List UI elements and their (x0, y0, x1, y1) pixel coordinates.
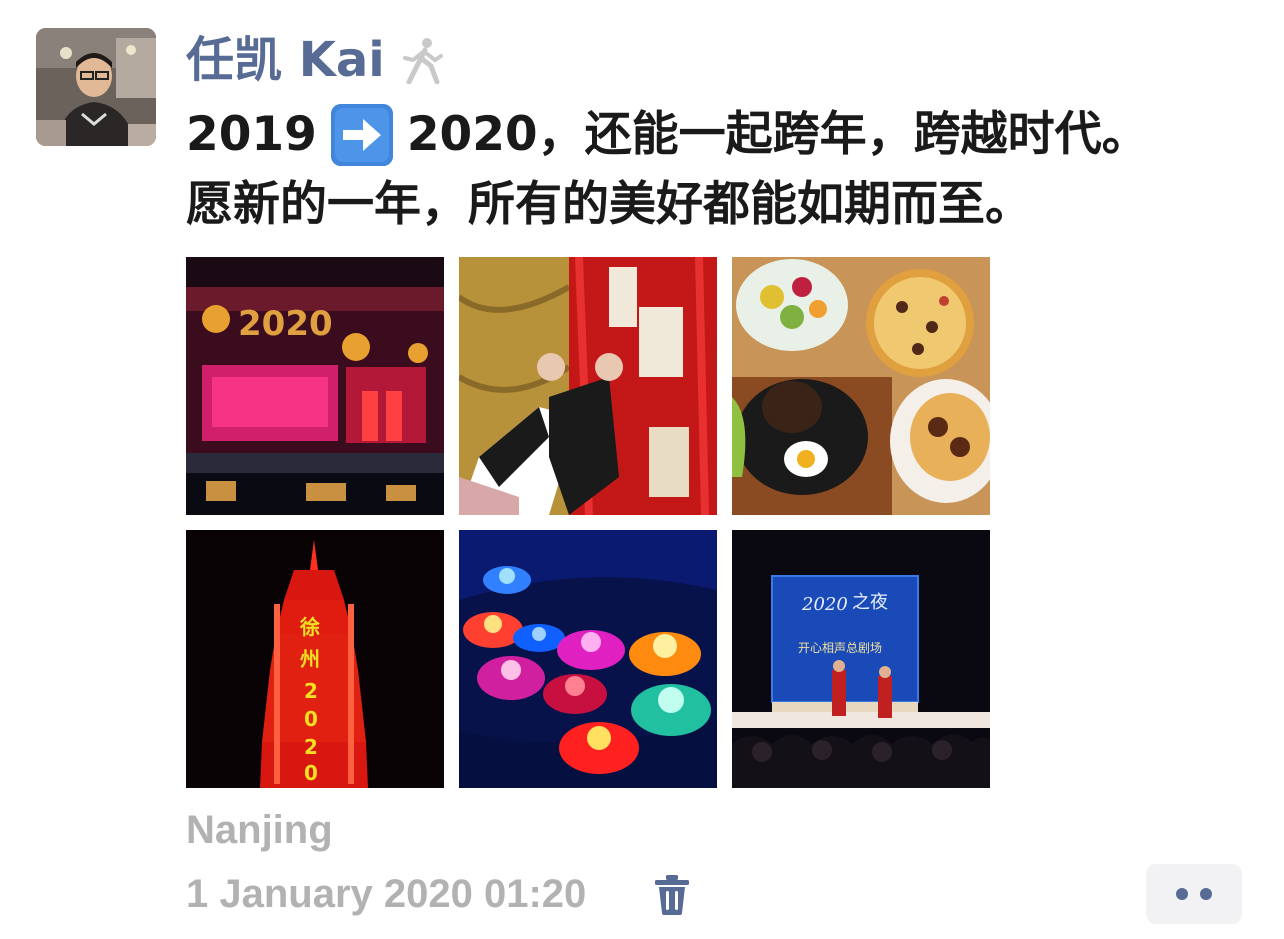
svg-text:2: 2 (304, 679, 318, 703)
photo-5[interactable] (459, 530, 717, 788)
svg-text:之夜: 之夜 (852, 592, 888, 613)
photo-6[interactable]: 2020 之夜 开心相声总剧场 (732, 530, 990, 788)
svg-text:2: 2 (304, 735, 318, 759)
svg-text:0: 0 (304, 761, 318, 785)
svg-text:州: 州 (300, 647, 320, 671)
photo-1[interactable]: 2020 (186, 257, 444, 515)
svg-text:徐: 徐 (299, 615, 320, 639)
author-avatar[interactable] (36, 28, 156, 146)
walking-person-icon (402, 38, 443, 84)
photo-2[interactable] (459, 257, 717, 515)
author-name[interactable]: 任凯 Kai (186, 30, 385, 90)
svg-text:2020: 2020 (238, 304, 333, 344)
post-text-rest: 2020，还能一起跨年，跨越时代。 (406, 107, 1149, 162)
post-text-line-1: 2019 2020，还能一起跨年，跨越时代。 (186, 100, 1246, 170)
post-text-year: 2019 (186, 107, 317, 162)
trash-icon[interactable] (652, 873, 692, 917)
photo-3[interactable] (732, 257, 990, 515)
right-arrow-emoji-icon (330, 104, 393, 166)
svg-text:2020: 2020 (801, 594, 848, 615)
post-text: 2019 2020，还能一起跨年，跨越时代。 愿新的一年，所有的美好都能如期而至… (186, 100, 1246, 240)
photo-4[interactable]: 徐 州 2 0 2 0 (186, 530, 444, 788)
svg-text:开心相声总剧场: 开心相声总剧场 (798, 641, 882, 655)
more-actions-button[interactable] (1146, 864, 1242, 924)
post-text-line-2: 愿新的一年，所有的美好都能如期而至。 (186, 177, 1032, 232)
post-timestamp: 1 January 2020 01:20 (186, 872, 587, 916)
more-dot-icon (1200, 888, 1212, 900)
photo-grid: 2020 徐 州 2 0 2 0 2020 之夜 开心相声总剧场 (186, 257, 990, 788)
post-location[interactable]: Nanjing (186, 802, 333, 858)
svg-text:0: 0 (304, 707, 318, 731)
author-row: 任凯 Kai (186, 30, 445, 90)
avatar-image (36, 28, 156, 146)
more-dot-icon (1176, 888, 1188, 900)
moment-post: 任凯 Kai 2019 2020，还能一起跨年，跨越时代。 愿新的一年，所有的美… (0, 0, 1284, 939)
